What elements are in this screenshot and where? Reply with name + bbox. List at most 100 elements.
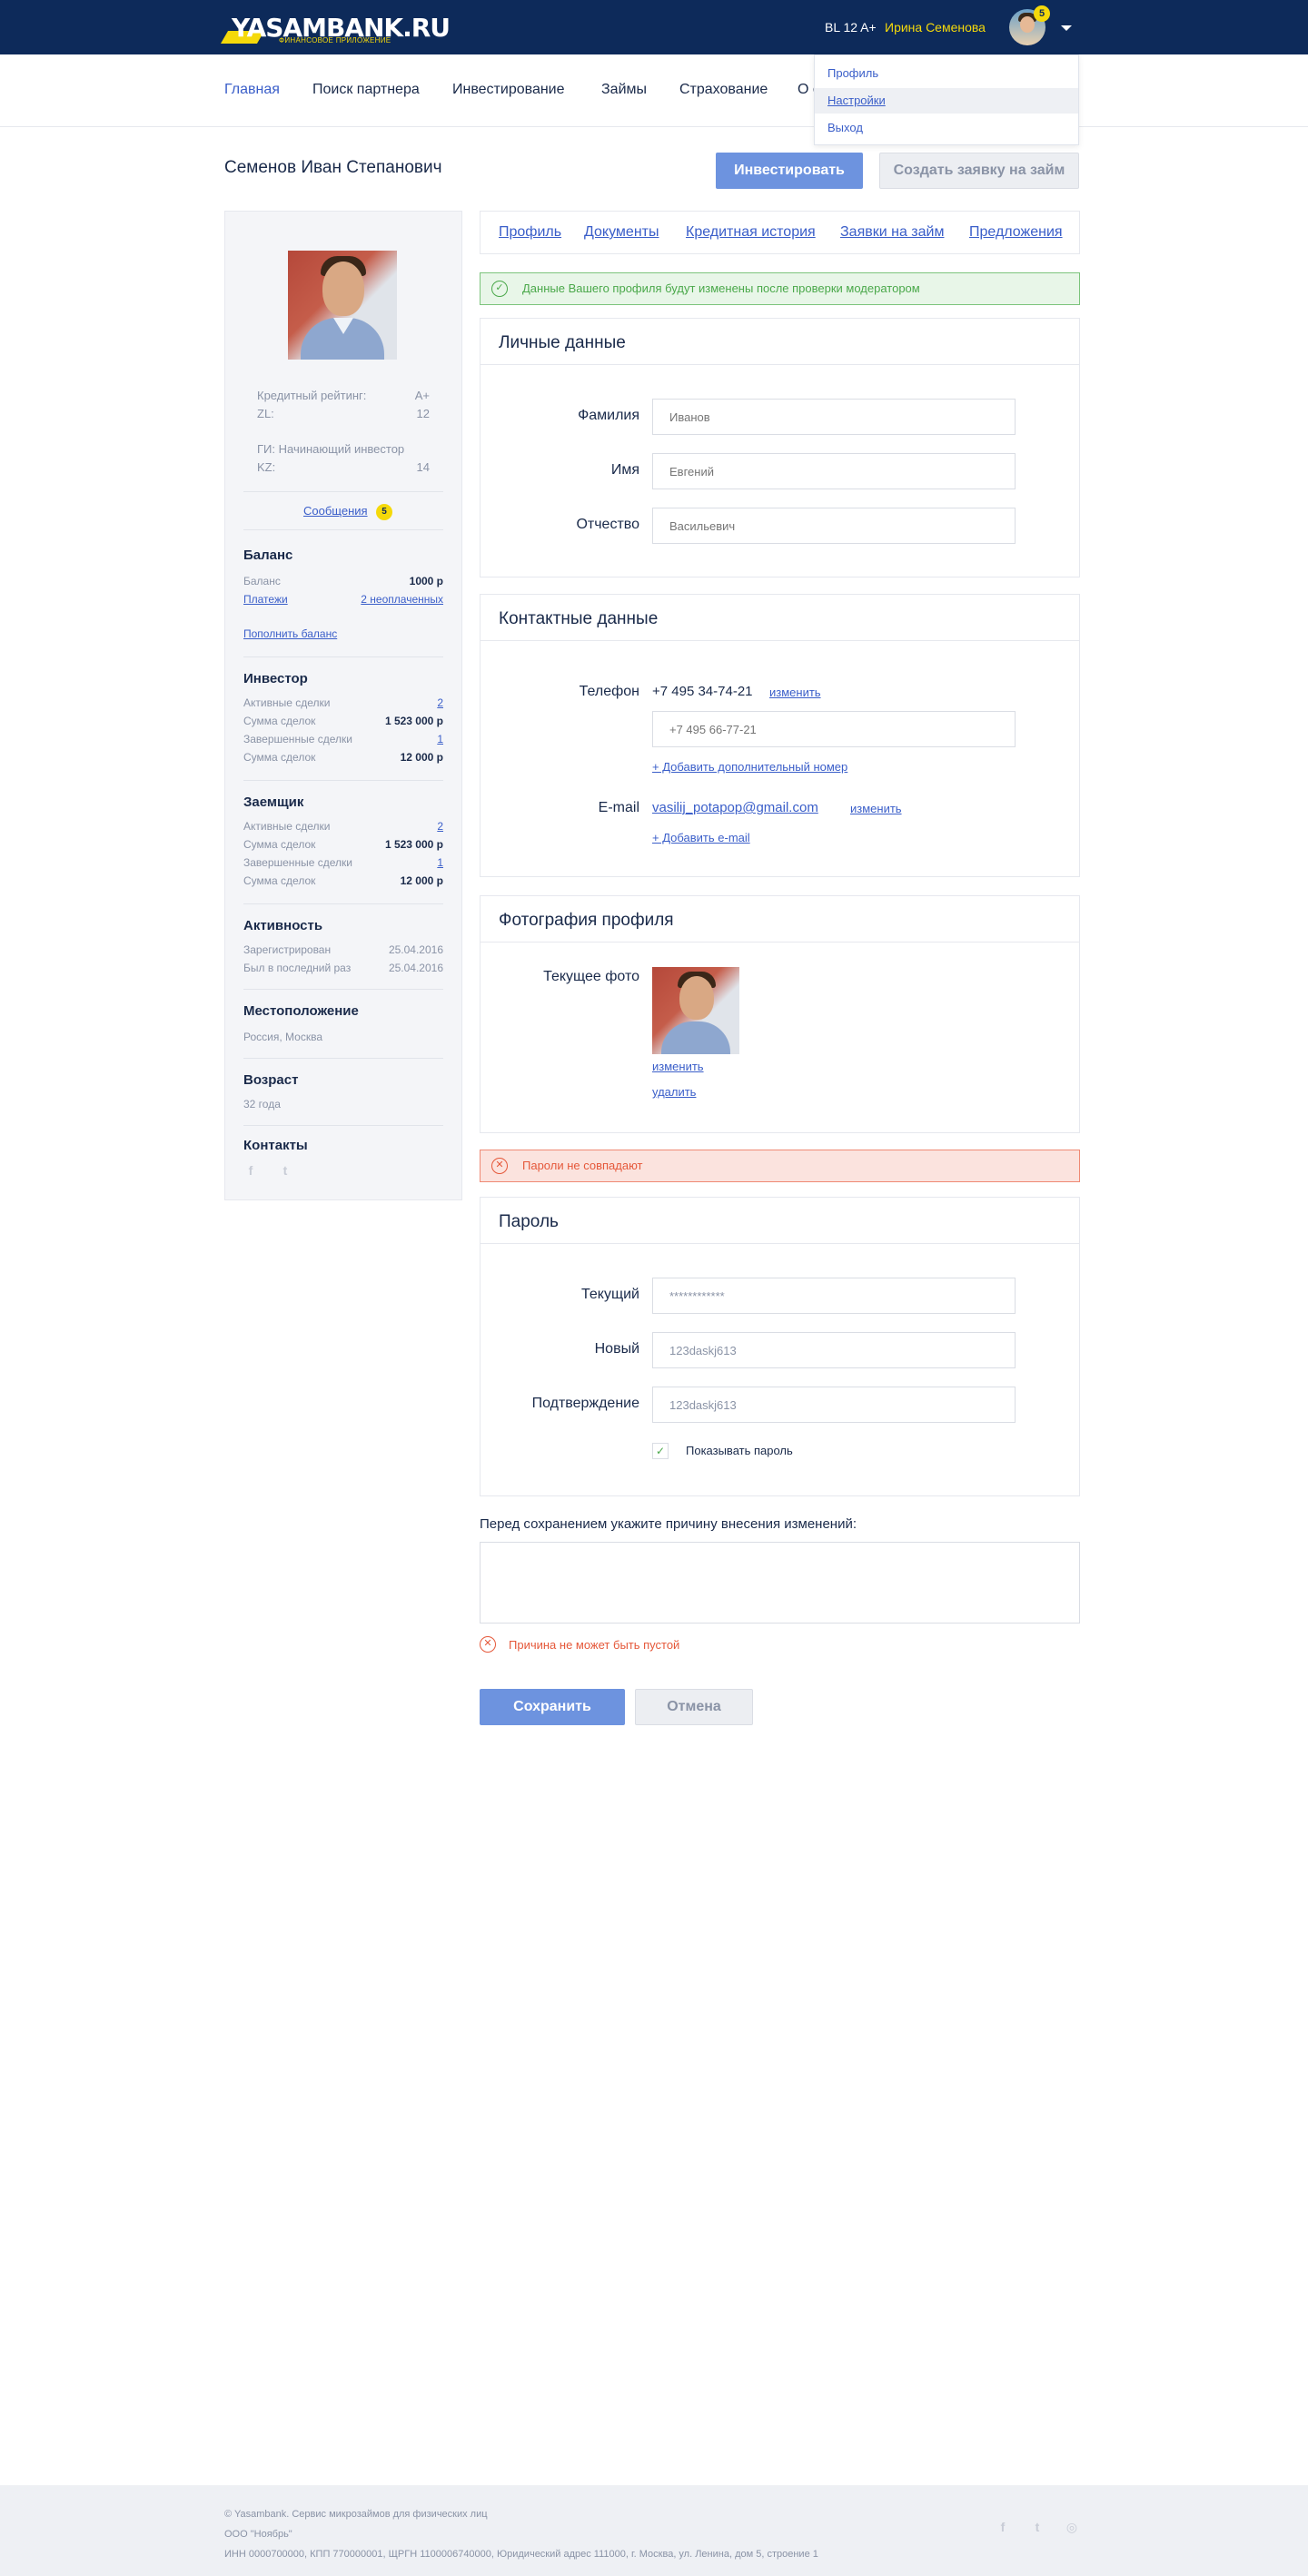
phone-change-link[interactable]: изменить (769, 686, 821, 699)
page-title: Семенов Иван Степанович (224, 158, 442, 177)
moderation-alert: ✓ Данные Вашего профиля будут изменены п… (480, 272, 1080, 305)
borrower-heading: Заемщик (243, 795, 304, 810)
tab-loan-requests[interactable]: Заявки на займ (840, 224, 944, 241)
tab-credit-history[interactable]: Кредитная история (686, 224, 816, 241)
menu-item-logout[interactable]: Выход (815, 115, 1078, 141)
phone-label: Телефон (579, 684, 639, 699)
age-heading: Возраст (243, 1072, 299, 1088)
show-password-checkbox[interactable]: ✓ (652, 1443, 669, 1459)
reason-label: Перед сохранением укажите причину внесен… (480, 1516, 857, 1532)
messages-badge: 5 (376, 504, 392, 520)
first-name-field[interactable] (652, 453, 1016, 489)
zl-rating: ZL: 12 (257, 407, 430, 420)
borrower-active-deals: Активные сделки 2 (243, 820, 443, 833)
age-value: 32 года (243, 1098, 281, 1110)
contacts-title: Контактные данные (499, 609, 659, 628)
personal-data-card: Личные данные Фамилия Имя Отчество (480, 318, 1080, 577)
borrower-completed-deals: Завершенные сделки 1 (243, 856, 443, 869)
invest-button[interactable]: Инвестировать (716, 153, 863, 189)
phone-value: +7 495 34-74-21 (652, 684, 753, 699)
investor-active-deals: Активные сделки 2 (243, 696, 443, 709)
instagram-icon[interactable]: ◎ (1065, 2520, 1079, 2534)
facebook-icon[interactable]: f (996, 2520, 1010, 2534)
payments-link[interactable]: Платежи (243, 593, 288, 606)
last-seen-row: Был в последний раз 25.04.2016 (243, 962, 443, 974)
user-rating: BL 12 A+ (825, 20, 877, 35)
contacts-card: Контактные данные Телефон +7 495 34-74-2… (480, 594, 1080, 877)
facebook-icon[interactable]: f (243, 1163, 258, 1178)
footer-company: ООО "Ноябрь" (224, 2529, 292, 2540)
contacts-heading: Контакты (243, 1138, 308, 1153)
location-heading: Местоположение (243, 1003, 359, 1019)
top-bar: YASAMBANK.RU ФИНАНСОВОЕ ПРИЛОЖЕНИЕ BL 12… (0, 0, 1308, 54)
credit-rating: Кредитный рейтинг: A+ (257, 389, 430, 402)
patronymic-label: Отчество (576, 517, 639, 532)
nav-item-investing[interactable]: Инвестирование (452, 82, 565, 98)
save-button[interactable]: Сохранить (480, 1689, 625, 1725)
nav-item-main[interactable]: Главная (224, 82, 280, 98)
profile-tabs: Профиль Документы Кредитная история Заяв… (480, 211, 1080, 254)
error-circle-icon: ✕ (491, 1158, 508, 1174)
brand-logo[interactable]: YASAMBANK.RU ФИНАНСОВОЕ ПРИЛОЖЕНИЕ (220, 11, 451, 45)
investor-deals-sum: Сумма сделок 1 523 000 р (243, 715, 443, 727)
investor-heading: Инвестор (243, 671, 308, 686)
user-name[interactable]: Ирина Семенова (885, 20, 986, 35)
new-password-label: Новый (594, 1341, 639, 1357)
balance-row: Баланс 1000 р (243, 575, 443, 587)
change-photo-link[interactable]: изменить (652, 1060, 704, 1073)
confirm-password-field[interactable] (652, 1387, 1016, 1423)
chevron-down-icon[interactable] (1061, 25, 1072, 31)
delete-photo-link[interactable]: удалить (652, 1085, 696, 1099)
password-mismatch-alert: ✕ Пароли не совпадают (480, 1150, 1080, 1182)
profile-photo (288, 251, 397, 360)
tab-documents[interactable]: Документы (584, 224, 659, 241)
email-value[interactable]: vasilij_potapop@gmail.com (652, 800, 818, 815)
reason-error: ✕ Причина не может быть пустой (480, 1636, 679, 1654)
additional-phone-field[interactable] (652, 711, 1016, 747)
current-password-field[interactable] (652, 1278, 1016, 1314)
twitter-icon[interactable]: t (1030, 2520, 1045, 2534)
tab-offers[interactable]: Предложения (969, 224, 1063, 241)
borrower-completed-sum: Сумма сделок 12 000 р (243, 874, 443, 887)
topup-balance-link[interactable]: Пополнить баланс (243, 627, 337, 640)
borrower-deals-sum: Сумма сделок 1 523 000 р (243, 838, 443, 851)
current-password-label: Текущий (581, 1287, 639, 1302)
menu-item-profile[interactable]: Профиль (815, 61, 1078, 86)
profile-photo-title: Фотография профиля (499, 911, 674, 930)
email-label: E-mail (598, 800, 639, 815)
last-name-field[interactable] (652, 399, 1016, 435)
unpaid-link[interactable]: 2 неоплаченных (361, 593, 443, 606)
user-dropdown: Профиль Настройки Выход (814, 54, 1079, 145)
footer: © Yasambank. Сервис микрозаймов для физи… (0, 2485, 1308, 2576)
email-change-link[interactable]: изменить (850, 802, 902, 815)
nav-item-insurance[interactable]: Страхование (679, 82, 768, 98)
profile-sidebar: Кредитный рейтинг: A+ ZL: 12 ГИ: Начинаю… (224, 211, 462, 1200)
balance-heading: Баланс (243, 548, 293, 563)
cancel-button[interactable]: Отмена (635, 1689, 753, 1725)
first-name-label: Имя (610, 462, 639, 478)
new-password-field[interactable] (652, 1332, 1016, 1368)
nav-item-partner-search[interactable]: Поиск партнера (312, 82, 420, 98)
investor-completed-sum: Сумма сделок 12 000 р (243, 751, 443, 764)
add-email-link[interactable]: + Добавить e-mail (652, 831, 750, 844)
personal-data-title: Личные данные (499, 333, 626, 352)
messages-link[interactable]: Сообщения (303, 504, 368, 518)
tab-profile[interactable]: Профиль (499, 224, 561, 241)
create-loan-request-button[interactable]: Создать заявку на займ (879, 153, 1079, 189)
registered-row: Зарегистрирован 25.04.2016 (243, 943, 443, 956)
notification-badge[interactable]: 5 (1034, 5, 1050, 22)
nav-item-loans[interactable]: Займы (601, 82, 647, 98)
menu-item-settings[interactable]: Настройки (815, 88, 1078, 114)
payments-row: Платежи 2 неоплаченных (243, 593, 443, 606)
twitter-icon[interactable]: t (278, 1163, 292, 1178)
kz-rating: KZ: 14 (257, 460, 430, 474)
confirm-password-label: Подтверждение (531, 1396, 639, 1411)
reason-textarea[interactable] (480, 1542, 1080, 1624)
check-circle-icon: ✓ (491, 281, 508, 297)
password-title: Пароль (499, 1212, 559, 1231)
user-menu-toggle[interactable]: BL 12 A+ Ирина Семенова 5 (814, 0, 1079, 54)
patronymic-field[interactable] (652, 508, 1016, 544)
add-phone-link[interactable]: + Добавить дополнительный номер (652, 760, 847, 774)
show-password-label[interactable]: Показывать пароль (686, 1444, 793, 1457)
investor-completed-deals: Завершенные сделки 1 (243, 733, 443, 745)
